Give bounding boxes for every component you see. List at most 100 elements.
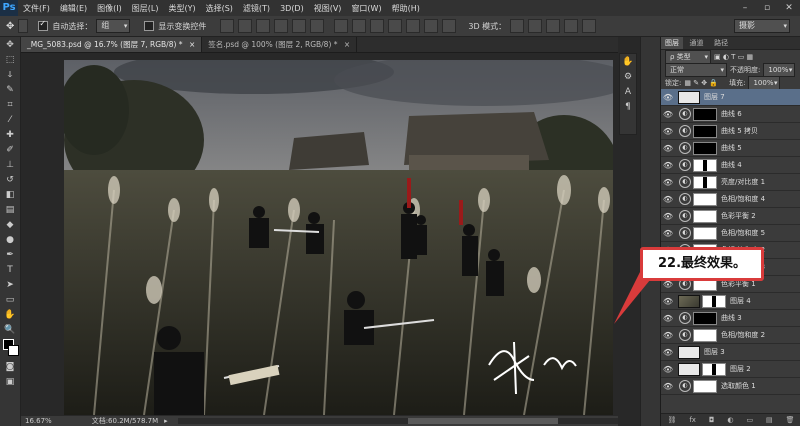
layer-mask-thumbnail[interactable] (693, 192, 717, 206)
close-tab-icon[interactable]: × (189, 40, 195, 49)
layer-mask-thumbnail[interactable] (693, 226, 717, 240)
crop-tool-icon[interactable]: ⌗ (3, 99, 17, 112)
layer-row[interactable]: 👁 图层 7 (661, 89, 800, 106)
healing-brush-tool-icon[interactable]: ✚ (3, 129, 17, 142)
tab-mg5083[interactable]: _MG_5083.psd @ 16.7% (图层 7, RGB/8) * × (21, 37, 203, 52)
layer-row[interactable]: 👁 图层 3 (661, 344, 800, 361)
layer-row[interactable]: 👁 ◐ 色相/饱和度 5 (661, 225, 800, 242)
layer-row[interactable]: 👁 ◐ 色相/饱和度 2 (661, 327, 800, 344)
color-swatches-icon[interactable] (3, 339, 19, 359)
layer-row[interactable]: 👁 ◐ 曲线 6 (661, 106, 800, 123)
workspace-dropdown[interactable]: 摄影 (734, 19, 790, 33)
3d-scale-icon[interactable] (582, 19, 597, 33)
distribute-vcenter-icon[interactable] (352, 19, 367, 33)
align-hcenter-icon[interactable] (292, 19, 307, 33)
visibility-eye-icon[interactable]: 👁 (661, 93, 675, 102)
menu-window[interactable]: 窗口(W) (346, 3, 386, 14)
dodge-tool-icon[interactable]: ● (3, 234, 17, 247)
align-top-icon[interactable] (220, 19, 235, 33)
layer-thumbnail[interactable] (678, 90, 700, 104)
close-button[interactable]: ✕ (778, 0, 800, 16)
shape-tool-icon[interactable]: ▭ (3, 294, 17, 307)
maximize-button[interactable]: ▫ (756, 0, 778, 16)
menu-file[interactable]: 文件(F) (18, 3, 55, 14)
opacity-field[interactable]: 100% (763, 62, 796, 77)
zoom-level[interactable]: 16.67% (25, 417, 52, 425)
history-panel-icon[interactable]: ✋ (621, 56, 635, 69)
visibility-eye-icon[interactable]: 👁 (661, 297, 675, 306)
filter-icons[interactable]: ▣ ◐ T ▭ ▦ (714, 53, 753, 61)
menu-help[interactable]: 帮助(H) (387, 3, 425, 14)
brush-tool-icon[interactable]: ✐ (3, 144, 17, 157)
visibility-eye-icon[interactable]: 👁 (661, 144, 675, 153)
auto-align-icon[interactable] (442, 19, 457, 33)
align-right-icon[interactable] (310, 19, 325, 33)
menu-3d[interactable]: 3D(D) (275, 4, 309, 13)
visibility-eye-icon[interactable]: 👁 (661, 161, 675, 170)
layer-mask-thumbnail[interactable] (693, 158, 717, 172)
visibility-eye-icon[interactable]: 👁 (661, 382, 675, 391)
layer-row[interactable]: 👁 ◐ 色彩平衡 2 (661, 208, 800, 225)
distribute-hcenter-icon[interactable] (406, 19, 421, 33)
distribute-left-icon[interactable] (388, 19, 403, 33)
lasso-tool-icon[interactable]: ↆ (3, 69, 17, 82)
layer-thumbnail[interactable] (678, 294, 700, 308)
fill-field[interactable]: 100% (748, 75, 781, 90)
new-layer-icon[interactable]: ▤ (766, 416, 773, 424)
delete-layer-icon[interactable]: 🗑 (786, 416, 795, 424)
blend-mode-dropdown[interactable]: 正常 (665, 62, 727, 77)
add-mask-icon[interactable]: ◘ (709, 416, 715, 424)
3d-roll-icon[interactable] (528, 19, 543, 33)
quick-mask-icon[interactable]: ◙ (3, 361, 17, 374)
layer-mask-thumbnail[interactable] (702, 362, 726, 376)
menu-layer[interactable]: 图层(L) (127, 3, 164, 14)
tab-channels[interactable]: 通道 (686, 37, 708, 49)
character-panel-icon[interactable]: A (621, 86, 635, 99)
document-image[interactable] (64, 60, 613, 415)
auto-select-dropdown[interactable]: 组 (96, 19, 131, 33)
layer-row[interactable]: 👁 ◐ 色相/饱和度 4 (661, 191, 800, 208)
paragraph-panel-icon[interactable]: ¶ (621, 101, 635, 114)
clone-stamp-tool-icon[interactable]: ⊥ (3, 159, 17, 172)
visibility-eye-icon[interactable]: 👁 (661, 110, 675, 119)
tab-layers[interactable]: 图层 (661, 37, 683, 49)
marquee-tool-icon[interactable]: ⬚ (3, 54, 17, 67)
show-transform-checkbox[interactable] (144, 21, 155, 31)
auto-select-checkbox[interactable] (38, 19, 49, 31)
layer-mask-thumbnail[interactable] (702, 294, 726, 308)
layer-mask-thumbnail[interactable] (693, 107, 717, 121)
gradient-tool-icon[interactable]: ▤ (3, 204, 17, 217)
horizontal-scrollbar[interactable] (177, 418, 618, 424)
layer-mask-thumbnail[interactable] (693, 209, 717, 223)
menu-image[interactable]: 图像(I) (92, 3, 127, 14)
eyedropper-tool-icon[interactable]: ⁄ (3, 114, 17, 127)
layer-mask-thumbnail[interactable] (693, 141, 717, 155)
layer-mask-thumbnail[interactable] (693, 328, 717, 342)
link-layers-icon[interactable]: ⛓ (667, 416, 676, 424)
layer-thumbnail[interactable] (678, 345, 700, 359)
3d-rotate-icon[interactable] (510, 19, 525, 33)
visibility-eye-icon[interactable]: 👁 (661, 314, 675, 323)
align-left-icon[interactable] (274, 19, 289, 33)
visibility-eye-icon[interactable]: 👁 (661, 348, 675, 357)
new-group-icon[interactable]: ▭ (746, 416, 753, 424)
move-tool-icon[interactable]: ✥ (6, 21, 14, 32)
tab-paths[interactable]: 路径 (710, 37, 732, 49)
zoom-tool-icon[interactable]: 🔍 (3, 324, 17, 337)
layer-mask-thumbnail[interactable] (693, 311, 717, 325)
visibility-eye-icon[interactable]: 👁 (661, 365, 675, 374)
move-tool-icon[interactable]: ✥ (3, 39, 17, 52)
layer-row[interactable]: 👁 ◐ 曲线 5 (661, 140, 800, 157)
3d-slide-icon[interactable] (564, 19, 579, 33)
layer-thumbnail[interactable] (678, 362, 700, 376)
layer-mask-thumbnail[interactable] (693, 124, 717, 138)
menu-filter[interactable]: 滤镜(T) (238, 3, 275, 14)
menu-type[interactable]: 类型(Y) (163, 3, 200, 14)
eraser-tool-icon[interactable]: ◧ (3, 189, 17, 202)
type-tool-icon[interactable]: T (3, 264, 17, 277)
layer-mask-thumbnail[interactable] (693, 379, 717, 393)
visibility-eye-icon[interactable]: 👁 (661, 229, 675, 238)
path-select-tool-icon[interactable]: ➤ (3, 279, 17, 292)
layer-row[interactable]: 👁 图层 4 (661, 293, 800, 310)
visibility-eye-icon[interactable]: 👁 (661, 212, 675, 221)
